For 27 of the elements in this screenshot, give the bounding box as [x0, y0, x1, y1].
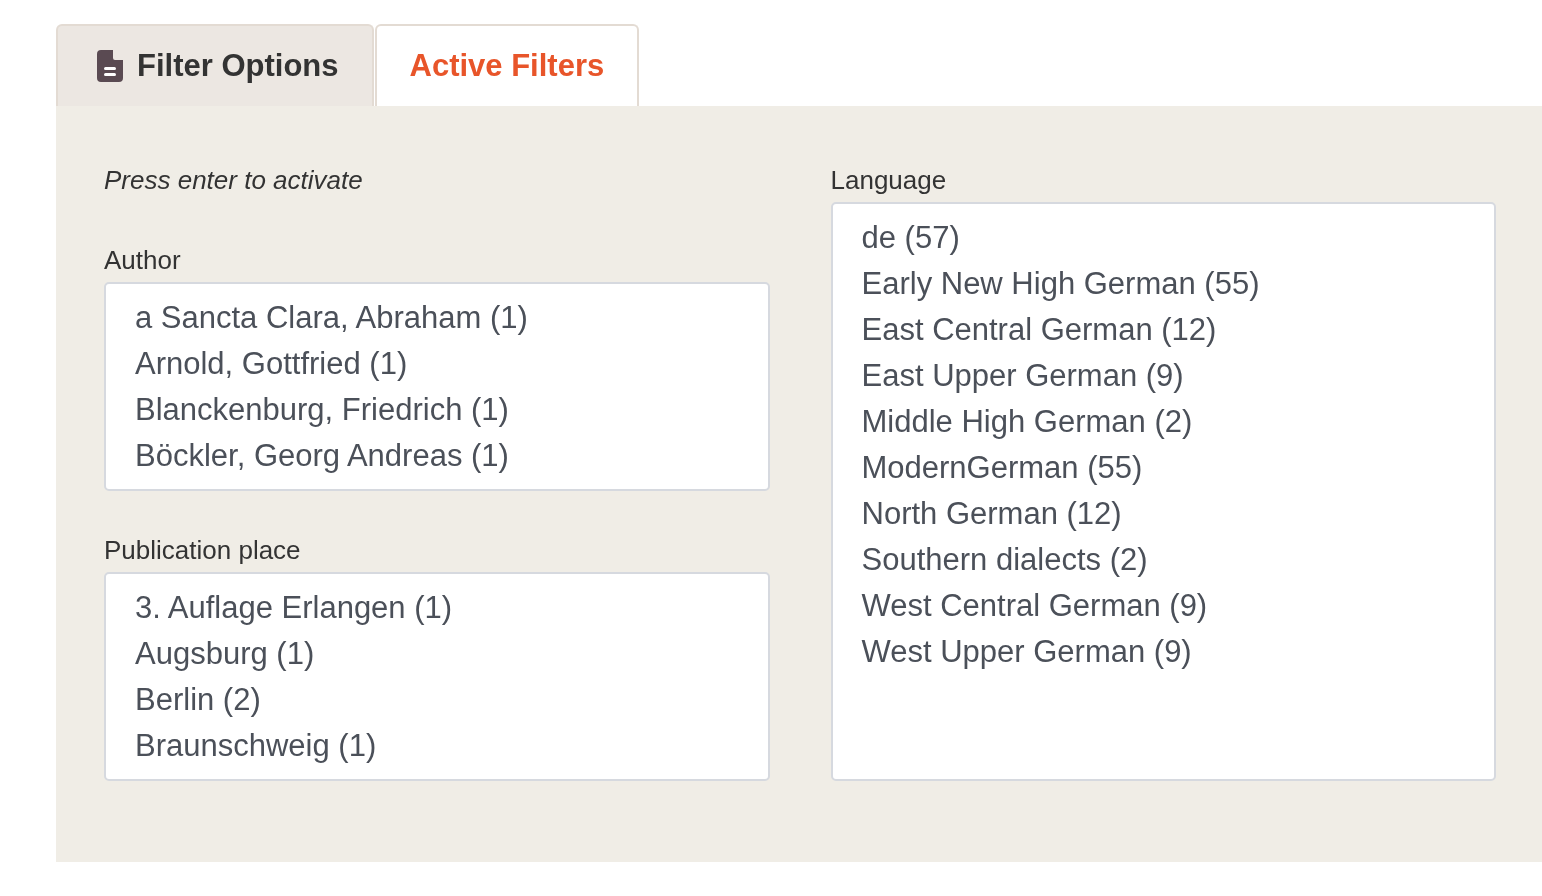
list-option[interactable]: East Upper German (9) — [832, 353, 1494, 399]
list-option[interactable]: West Central German (9) — [832, 583, 1494, 629]
tab[interactable]: Filter Options — [56, 24, 374, 106]
hint-text: Press enter to activate — [104, 164, 363, 197]
list-box[interactable]: a Sancta Clara, Abraham (1) Arnold, Gottfried (1) Blanckenburg, Friedrich (1) Böckler, Georg Andreas (1) — [104, 282, 770, 491]
list-option[interactable]: East Central German (12) — [832, 307, 1494, 353]
field-label: Author — [104, 244, 181, 277]
list-option[interactable]: Augsburg (1) — [106, 631, 768, 677]
list-option[interactable]: Early New High German (55) — [832, 261, 1494, 307]
field-label: Publication place — [104, 534, 301, 567]
list-option[interactable]: West Upper German (9) — [832, 629, 1494, 675]
list-option[interactable]: ModernGerman (55) — [832, 445, 1494, 491]
list-option[interactable]: Böckler, Georg Andreas (1) — [106, 433, 768, 479]
list-option[interactable]: Arnold, Gottfried (1) — [106, 341, 768, 387]
list-option[interactable]: Middle High German (2) — [832, 399, 1494, 445]
list-option[interactable]: 3. Auflage Erlangen (1) — [106, 585, 768, 631]
list-box[interactable] — [830, 202, 1496, 781]
list-option[interactable]: Southern dialects (2) — [832, 537, 1494, 583]
tab[interactable]: Active Filters — [374, 24, 640, 106]
list-option[interactable]: Blanckenburg, Friedrich (1) — [106, 387, 768, 433]
field-label: Language — [830, 164, 947, 197]
list-option[interactable]: Berlin (2) — [106, 677, 768, 723]
list-option[interactable]: de (57) — [832, 215, 1494, 261]
list-option[interactable]: Braunschweig (1) — [106, 723, 768, 769]
list-box[interactable]: 3. Auflage Erlangen (1) Augsburg (1) Berlin (2) Braunschweig (1) — [104, 572, 770, 781]
list-option[interactable]: North German (12) — [832, 491, 1494, 537]
list-option[interactable]: a Sancta Clara, Abraham (1) — [106, 295, 768, 341]
